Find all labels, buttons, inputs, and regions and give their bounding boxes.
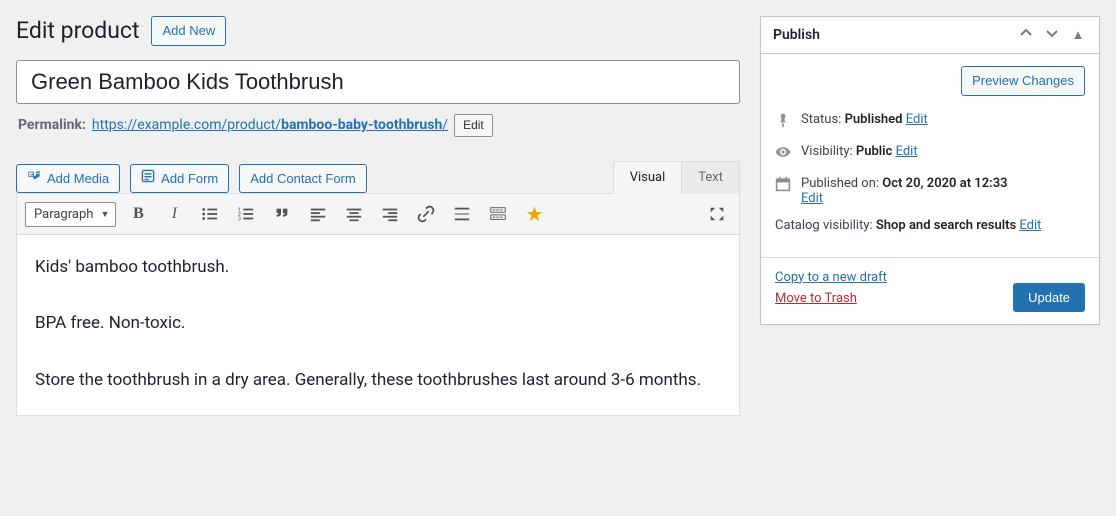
publish-box-title: Publish	[773, 27, 820, 43]
move-to-trash-link[interactable]: Move to Trash	[775, 291, 887, 306]
permalink-link[interactable]: https://example.com/product/bamboo-baby-…	[92, 117, 448, 133]
permalink-row: Permalink: https://example.com/product/b…	[18, 114, 740, 138]
published-value: Oct 20, 2020 at 12:33	[882, 176, 1007, 191]
published-label: Published on:	[801, 176, 879, 191]
status-label: Status:	[801, 112, 841, 127]
svg-text:3: 3	[238, 216, 241, 222]
editor-content[interactable]: Kids' bamboo toothbrush. BPA free. Non-t…	[17, 235, 739, 415]
bold-button[interactable]: B	[124, 200, 152, 228]
catalog-edit-link[interactable]: Edit	[1019, 218, 1041, 233]
permalink-label: Permalink:	[18, 117, 86, 133]
published-edit-link[interactable]: Edit	[801, 191, 823, 206]
align-right-button[interactable]	[376, 200, 404, 228]
add-new-button[interactable]: Add New	[151, 16, 226, 46]
toolbar-toggle-button[interactable]	[484, 200, 512, 228]
eye-icon	[775, 144, 791, 164]
add-contact-form-button[interactable]: Add Contact Form	[239, 164, 367, 194]
catalog-value: Shop and search results	[876, 218, 1016, 233]
read-more-button[interactable]	[448, 200, 476, 228]
visibility-value: Public	[856, 144, 892, 159]
blockquote-button[interactable]	[268, 200, 296, 228]
fullscreen-button[interactable]	[703, 200, 731, 228]
link-button[interactable]	[412, 200, 440, 228]
tab-visual[interactable]: Visual	[613, 161, 683, 194]
copy-draft-link[interactable]: Copy to a new draft	[775, 270, 887, 285]
add-media-button[interactable]: Add Media	[16, 164, 120, 194]
align-center-button[interactable]	[340, 200, 368, 228]
format-select[interactable]: Paragraph	[25, 202, 116, 227]
pin-icon	[775, 112, 791, 132]
form-icon	[141, 169, 155, 189]
preview-changes-button[interactable]: Preview Changes	[961, 66, 1085, 96]
move-down-icon[interactable]	[1043, 27, 1061, 43]
page-title: Edit product	[16, 17, 139, 44]
camera-music-icon	[27, 169, 41, 189]
permalink-edit-button[interactable]: Edit	[454, 114, 493, 138]
editor-paragraph: Store the toothbrush in a dry area. Gene…	[35, 364, 721, 396]
update-button[interactable]: Update	[1013, 283, 1085, 312]
align-left-button[interactable]	[304, 200, 332, 228]
product-title-input[interactable]	[16, 60, 740, 104]
star-icon[interactable]: ★	[520, 200, 548, 228]
status-value: Published	[845, 112, 903, 127]
add-form-button[interactable]: Add Form	[130, 164, 229, 194]
editor-paragraph: Kids' bamboo toothbrush.	[35, 251, 721, 283]
status-edit-link[interactable]: Edit	[906, 112, 928, 127]
toggle-panel-icon[interactable]: ▲	[1069, 27, 1087, 43]
publish-box: Publish ▲ Preview Changes Status: Publis…	[760, 16, 1100, 325]
editor: Paragraph B I 123 ★ Kids' bamboo toothbr…	[16, 193, 740, 416]
numbered-list-button[interactable]: 123	[232, 200, 260, 228]
italic-button[interactable]: I	[160, 200, 188, 228]
calendar-icon	[775, 176, 791, 196]
visibility-edit-link[interactable]: Edit	[896, 144, 918, 159]
tab-text[interactable]: Text	[681, 161, 740, 194]
editor-paragraph: BPA free. Non-toxic.	[35, 307, 721, 339]
move-up-icon[interactable]	[1017, 27, 1035, 43]
catalog-label: Catalog visibility:	[775, 218, 873, 233]
editor-toolbar: Paragraph B I 123 ★	[17, 194, 739, 235]
visibility-label: Visibility:	[801, 144, 853, 159]
bullet-list-button[interactable]	[196, 200, 224, 228]
